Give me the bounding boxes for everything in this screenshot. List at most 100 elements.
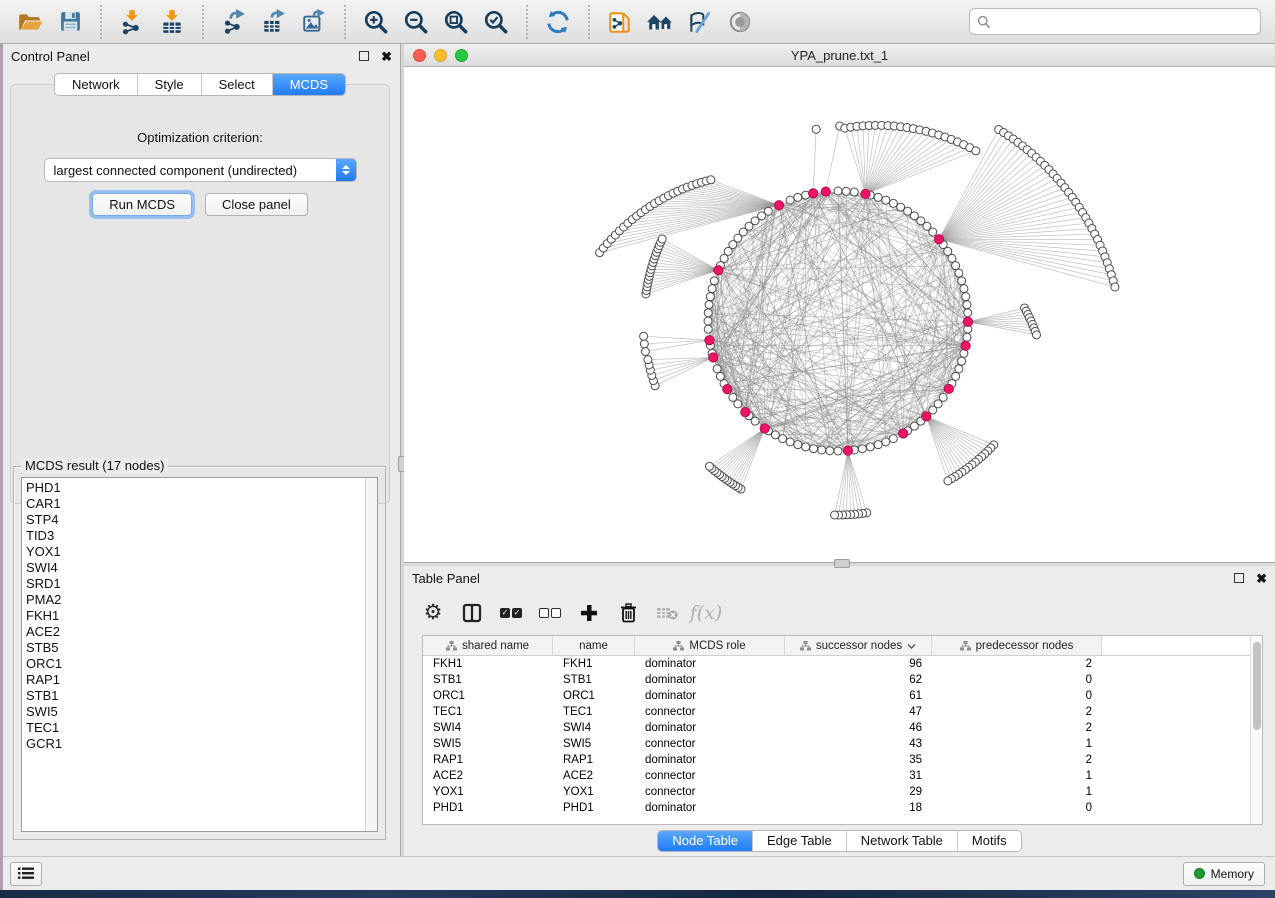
result-list-item[interactable]: RAP1	[26, 672, 365, 688]
network-node[interactable]	[889, 435, 897, 443]
network-node[interactable]	[958, 357, 966, 365]
network-node[interactable]	[874, 441, 882, 449]
horizontal-splitter[interactable]	[404, 562, 1275, 566]
table-row[interactable]: STB1STB1dominator620	[423, 672, 1250, 688]
mcds-result-list[interactable]: PHD1CAR1STP4TID3YOX1SWI4SRD1PMA2FKH1ACE2…	[22, 478, 365, 831]
cell-shared-name[interactable]: ACE2	[423, 768, 553, 784]
cell-shared-name[interactable]: STB1	[423, 672, 553, 688]
mcds-hub-node[interactable]	[705, 336, 714, 345]
network-node[interactable]	[889, 199, 897, 207]
network-canvas[interactable]	[404, 67, 1275, 562]
network-node[interactable]	[955, 365, 963, 373]
cell-predecessor-nodes[interactable]: 1	[932, 736, 1102, 752]
cell-name[interactable]: SWI5	[553, 736, 635, 752]
cell-name[interactable]: FKH1	[553, 656, 635, 672]
export-image-icon[interactable]	[299, 7, 329, 37]
cell-name[interactable]: YOX1	[553, 784, 635, 800]
cell-MCDS-role[interactable]: dominator	[635, 656, 785, 672]
cell-shared-name[interactable]: ORC1	[423, 688, 553, 704]
result-list-item[interactable]: STB1	[26, 688, 365, 704]
network-node[interactable]	[708, 285, 716, 293]
import-network-icon[interactable]	[117, 7, 147, 37]
result-list-item[interactable]: SWI5	[26, 704, 365, 720]
save-session-icon[interactable]	[55, 7, 85, 37]
network-node[interactable]	[705, 301, 713, 309]
cell-successor-nodes[interactable]: 43	[785, 736, 932, 752]
cell-name[interactable]: TEC1	[553, 704, 635, 720]
network-node[interactable]	[874, 193, 882, 201]
network-node[interactable]	[850, 188, 858, 196]
cell-name[interactable]: SWI4	[553, 720, 635, 736]
scrollbar-thumb[interactable]	[1253, 642, 1261, 730]
column-header-predecessor-nodes[interactable]: predecessor nodes	[932, 636, 1102, 655]
satellite-node[interactable]	[707, 176, 715, 184]
network-node[interactable]	[882, 196, 890, 204]
satellite-node[interactable]	[812, 125, 820, 133]
network-node[interactable]	[704, 309, 712, 317]
cell-name[interactable]: PHD1	[553, 800, 635, 816]
network-node[interactable]	[964, 309, 972, 317]
network-node[interactable]	[952, 372, 960, 380]
result-list-item[interactable]: SRD1	[26, 576, 365, 592]
cell-MCDS-role[interactable]: connector	[635, 736, 785, 752]
satellite-node[interactable]	[831, 511, 839, 519]
network-node[interactable]	[962, 293, 970, 301]
cell-name[interactable]: ACE2	[553, 768, 635, 784]
mcds-hub-node[interactable]	[861, 189, 870, 198]
cell-successor-nodes[interactable]: 35	[785, 752, 932, 768]
tab-motifs[interactable]: Motifs	[958, 831, 1021, 851]
cell-shared-name[interactable]: TEC1	[423, 704, 553, 720]
result-list-item[interactable]: PHD1	[26, 480, 365, 496]
export-table-icon[interactable]	[259, 7, 289, 37]
cell-predecessor-nodes[interactable]: 0	[932, 688, 1102, 704]
result-list-item[interactable]: PMA2	[26, 592, 365, 608]
houses-icon[interactable]	[645, 7, 675, 37]
network-node[interactable]	[716, 372, 724, 380]
cell-successor-nodes[interactable]: 46	[785, 720, 932, 736]
satellite-node[interactable]	[1111, 283, 1119, 291]
column-header-shared-name[interactable]: shared name	[423, 636, 553, 655]
float-panel-icon[interactable]	[1234, 573, 1244, 583]
optimization-criterion-dropdown[interactable]: largest connected component (undirected)	[44, 158, 357, 182]
mcds-hub-node[interactable]	[714, 266, 723, 275]
column-header-name[interactable]: name	[553, 636, 635, 655]
network-node[interactable]	[960, 285, 968, 293]
mcds-hub-node[interactable]	[723, 385, 732, 394]
satellite-node[interactable]	[1033, 331, 1041, 339]
tab-edge-table[interactable]: Edge Table	[753, 831, 847, 851]
search-input[interactable]	[991, 14, 1253, 30]
cell-predecessor-nodes[interactable]: 2	[932, 720, 1102, 736]
network-node[interactable]	[929, 406, 937, 414]
column-header-MCDS-role[interactable]: MCDS role	[635, 636, 785, 655]
result-list-item[interactable]: SWI4	[26, 560, 365, 576]
table-row[interactable]: RAP1RAP1dominator352	[423, 752, 1250, 768]
delete-column-trash-icon[interactable]	[613, 598, 643, 628]
network-node[interactable]	[802, 443, 810, 451]
cell-predecessor-nodes[interactable]: 0	[932, 800, 1102, 816]
tab-network-table[interactable]: Network Table	[847, 831, 958, 851]
satellite-node[interactable]	[972, 147, 980, 155]
cell-name[interactable]: STB1	[553, 672, 635, 688]
network-node[interactable]	[929, 228, 937, 236]
cell-MCDS-role[interactable]: dominator	[635, 688, 785, 704]
memory-button[interactable]: Memory	[1183, 862, 1265, 886]
satellite-node[interactable]	[640, 340, 648, 348]
zoom-fit-icon[interactable]	[441, 7, 471, 37]
close-panel-button[interactable]: Close panel	[205, 193, 308, 216]
mcds-hub-node[interactable]	[774, 201, 783, 210]
table-row[interactable]: SWI4SWI4dominator462	[423, 720, 1250, 736]
network-node[interactable]	[704, 325, 712, 333]
mcds-hub-node[interactable]	[934, 235, 943, 244]
tab-node-table[interactable]: Node Table	[658, 831, 753, 851]
cell-MCDS-role[interactable]: dominator	[635, 752, 785, 768]
network-node[interactable]	[713, 365, 721, 373]
cell-predecessor-nodes[interactable]: 1	[932, 768, 1102, 784]
tab-style[interactable]: Style	[138, 74, 202, 95]
column-header-successor-nodes[interactable]: successor nodes	[785, 636, 932, 655]
network-node[interactable]	[958, 277, 966, 285]
splitter-handle[interactable]	[834, 559, 850, 568]
network-node[interactable]	[810, 445, 818, 453]
satellite-node[interactable]	[944, 477, 952, 485]
result-list-item[interactable]: YOX1	[26, 544, 365, 560]
network-node[interactable]	[842, 187, 850, 195]
